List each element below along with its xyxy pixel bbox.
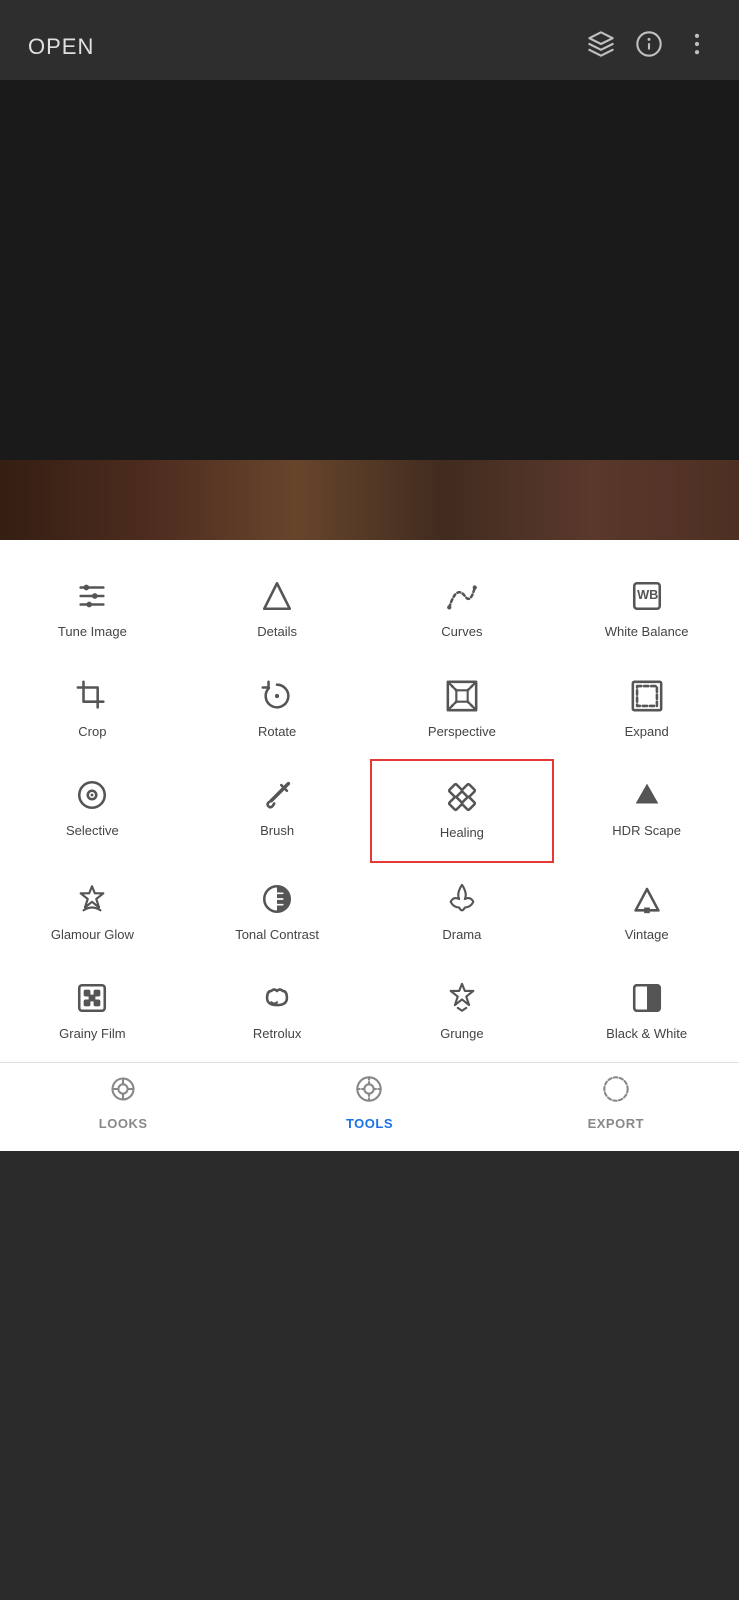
- grunge-icon: [445, 978, 479, 1018]
- tool-hdr-scape[interactable]: HDR Scape: [554, 759, 739, 863]
- retrolux-label: Retrolux: [253, 1026, 301, 1042]
- nav-export[interactable]: EXPORT: [493, 1075, 739, 1131]
- tool-curves[interactable]: Curves: [370, 560, 555, 660]
- hdr-label: HDR Scape: [612, 823, 681, 839]
- white-balance-label: White Balance: [605, 624, 689, 640]
- export-label: EXPORT: [588, 1116, 644, 1131]
- tools-panel: Tune Image Details Curves: [0, 540, 739, 1151]
- grunge-label: Grunge: [440, 1026, 483, 1042]
- tool-details[interactable]: Details: [185, 560, 370, 660]
- perspective-label: Perspective: [428, 724, 496, 740]
- tool-glamour-glow[interactable]: Glamour Glow: [0, 863, 185, 963]
- tonal-icon: [260, 879, 294, 919]
- tune-image-label: Tune Image: [58, 624, 127, 640]
- tool-white-balance[interactable]: WB White Balance: [554, 560, 739, 660]
- drama-icon: [445, 879, 479, 919]
- tool-crop[interactable]: Crop: [0, 660, 185, 760]
- curves-icon: [445, 576, 479, 616]
- tool-drama[interactable]: Drama: [370, 863, 555, 963]
- grainy-label: Grainy Film: [59, 1026, 125, 1042]
- vintage-icon: [630, 879, 664, 919]
- bottom-nav: LOOKS TOOLS EXPORT: [0, 1062, 739, 1151]
- details-icon: [260, 576, 294, 616]
- looks-nav-icon: [109, 1075, 137, 1110]
- selective-icon: [75, 775, 109, 815]
- glamour-icon: [75, 879, 109, 919]
- crop-icon: [75, 676, 109, 716]
- export-nav-icon: [602, 1075, 630, 1110]
- curves-label: Curves: [441, 624, 482, 640]
- brush-label: Brush: [260, 823, 294, 839]
- glamour-label: Glamour Glow: [51, 927, 134, 943]
- svg-text:WB: WB: [637, 587, 658, 602]
- expand-icon: [630, 676, 664, 716]
- top-bar: OPEN: [0, 0, 739, 80]
- tool-brush[interactable]: Brush: [185, 759, 370, 863]
- image-preview: [0, 80, 739, 540]
- bw-icon: [630, 978, 664, 1018]
- tools-nav-icon: [355, 1075, 383, 1110]
- healing-icon: [445, 777, 479, 817]
- tools-label: TOOLS: [346, 1116, 393, 1131]
- looks-label: LOOKS: [99, 1116, 148, 1131]
- tools-grid: Tune Image Details Curves: [0, 560, 739, 1062]
- expand-label: Expand: [625, 724, 669, 740]
- tool-rotate[interactable]: Rotate: [185, 660, 370, 760]
- open-button[interactable]: OPEN: [28, 34, 94, 60]
- wb-icon: WB: [630, 576, 664, 616]
- grainy-icon: [75, 978, 109, 1018]
- tool-vintage[interactable]: Vintage: [554, 863, 739, 963]
- tool-healing[interactable]: Healing: [370, 759, 555, 863]
- retrolux-icon: [260, 978, 294, 1018]
- tool-tune-image[interactable]: Tune Image: [0, 560, 185, 660]
- rotate-label: Rotate: [258, 724, 296, 740]
- info-icon[interactable]: [635, 30, 663, 64]
- details-label: Details: [257, 624, 297, 640]
- vintage-label: Vintage: [625, 927, 669, 943]
- hdr-icon: [630, 775, 664, 815]
- tool-retrolux[interactable]: Retrolux: [185, 962, 370, 1062]
- image-strip: [0, 460, 739, 540]
- tool-expand[interactable]: Expand: [554, 660, 739, 760]
- tool-black-white[interactable]: Black & White: [554, 962, 739, 1062]
- brush-icon: [260, 775, 294, 815]
- rotate-icon: [260, 676, 294, 716]
- bw-label: Black & White: [606, 1026, 687, 1042]
- tool-grunge[interactable]: Grunge: [370, 962, 555, 1062]
- more-icon[interactable]: [683, 30, 711, 64]
- tonal-label: Tonal Contrast: [235, 927, 319, 943]
- header-icons: [587, 30, 711, 64]
- nav-looks[interactable]: LOOKS: [0, 1075, 246, 1131]
- drama-label: Drama: [442, 927, 481, 943]
- nav-tools[interactable]: TOOLS: [246, 1075, 492, 1131]
- tool-tonal-contrast[interactable]: Tonal Contrast: [185, 863, 370, 963]
- layers-icon[interactable]: [587, 30, 615, 64]
- selective-label: Selective: [66, 823, 119, 839]
- perspective-icon: [445, 676, 479, 716]
- tool-perspective[interactable]: Perspective: [370, 660, 555, 760]
- crop-label: Crop: [78, 724, 106, 740]
- tool-grainy-film[interactable]: Grainy Film: [0, 962, 185, 1062]
- healing-label: Healing: [440, 825, 484, 841]
- tune-icon: [75, 576, 109, 616]
- tool-selective[interactable]: Selective: [0, 759, 185, 863]
